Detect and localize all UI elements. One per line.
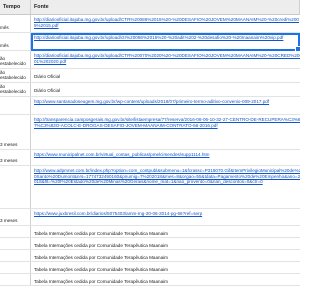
cell-fonte-link[interactable]: http://diariooficial.itajuba.mg.gov.br/u… <box>34 35 300 41</box>
table-row: ão estabelecido http://diariooficial.itaj… <box>0 51 300 69</box>
table-row: mês http://diariooficial.itajuba.mg.gov.b… <box>0 33 300 51</box>
cell-fonte[interactable]: https://www.municipalnet.com.br/virtual_… <box>31 150 300 165</box>
cell-fonte[interactable]: http://diariooficial.itajuba.mg.gov.br/u… <box>31 15 300 32</box>
cell-fonte-link[interactable]: https://www.juxbresil.com.br/diarios/507… <box>34 211 300 217</box>
cell-tempo[interactable]: mês <box>0 15 31 32</box>
cell-tempo[interactable] <box>0 274 31 285</box>
cell-tempo[interactable]: ão estabelecido <box>0 51 31 68</box>
cell-tempo[interactable]: ão estabelecido <box>0 83 31 96</box>
cell-tempo[interactable]: 3 meses <box>0 209 31 225</box>
cell-fonte-text: Tabela Internações cedida por Comunidade… <box>34 243 168 248</box>
cell-tempo[interactable]: mês <box>0 33 31 50</box>
cell-fonte-text: Tabela Internações cedida por Comunidade… <box>34 267 168 272</box>
cell-tempo[interactable]: 3 meses <box>0 115 31 149</box>
table-row: Tabela Internações cedida por Comunidade… <box>0 250 300 262</box>
cell-fonte[interactable]: https://www.juxbresil.com.br/diarios/507… <box>31 209 300 225</box>
cell-fonte-text: Diário Oficial <box>34 74 61 79</box>
cell-fonte[interactable]: Tabela Internações cedida por Comunidade… <box>31 250 300 261</box>
cell-tempo-text: ão estabelecido <box>0 69 26 80</box>
table-row: 3 meses https://www.municipalnet.com.br/v… <box>0 150 300 166</box>
cell-fonte-text: Tabela Internações cedida por Comunidade… <box>34 231 168 236</box>
cell-fonte[interactable]: http://www.adpmnet.com.br/index.php?opti… <box>31 166 300 208</box>
cell-fonte-text: Diário Oficial <box>34 88 61 93</box>
spreadsheet-grid: Tempo Fonte mês http://diariooficial.itaj… <box>0 0 301 300</box>
cell-tempo[interactable] <box>0 166 31 208</box>
cell-tempo-text: 3 meses <box>0 217 18 223</box>
cell-fonte-link[interactable]: http://diariooficial.itajuba.mg.gov.br/u… <box>34 17 300 28</box>
cell-tempo[interactable] <box>0 238 31 249</box>
cell-fonte-link[interactable]: http://transparencia.camposgerais.mg.gov… <box>34 117 300 128</box>
table-row: ão estabelecido Diário Oficial <box>0 83 300 97</box>
cell-tempo[interactable] <box>0 226 31 237</box>
cell-fonte-text: Tabela Internações cedida por Comunidade… <box>34 255 168 260</box>
column-header-tempo[interactable]: Tempo <box>0 0 31 15</box>
cell-fonte[interactable]: Tabela Internações cedida por Comunidade… <box>31 226 300 237</box>
table-row: 3 meses https://www.juxbresil.com.br/diar… <box>0 209 300 226</box>
table-row: http://www.adpmnet.com.br/index.php?opti… <box>0 166 300 209</box>
cell-fonte-text: Tabela Internações cedida por Comunidade… <box>34 279 168 284</box>
table-row: mês http://diariooficial.itajuba.mg.gov.b… <box>0 15 300 33</box>
cell-fonte-link[interactable]: https://www.municipalnet.com.br/virtual_… <box>34 152 300 158</box>
cell-tempo[interactable] <box>0 262 31 273</box>
cell-fonte-link[interactable]: http://www.adpmnet.com.br/index.php?opti… <box>34 168 300 185</box>
cell-fonte-link[interactable]: http://www.santanadoseugem.mg.gov.br/wp-… <box>34 99 300 105</box>
cell-fonte-link[interactable]: http://diariooficial.itajuba.mg.gov.br/u… <box>34 53 300 64</box>
column-header-fonte[interactable]: Fonte <box>31 0 300 15</box>
cell-tempo-text: ão estabelecido <box>0 83 26 94</box>
table-row: Tabela Internações cedida por Comunidade… <box>0 274 300 286</box>
table-row: ão estabelecido Diário Oficial <box>0 69 300 83</box>
cell-fonte[interactable]: http://transparencia.camposgerais.mg.gov… <box>31 115 300 149</box>
table-row: http://www.santanadoseugem.mg.gov.br/wp-… <box>0 97 300 115</box>
table-row: Tabela Internações cedida por Comunidade… <box>0 238 300 250</box>
cell-fonte[interactable]: Tabela Internações cedida por Comunidade… <box>31 274 300 285</box>
table-row: Tabela Internações cedida por Comunidade… <box>0 262 300 274</box>
cell-fonte[interactable]: Diário Oficial <box>31 69 300 82</box>
cell-tempo-text: mês <box>0 42 9 48</box>
cell-tempo-text: mês <box>0 24 9 30</box>
table-row: Tabela Internações cedida por Comunidade… <box>0 226 300 238</box>
cell-tempo[interactable] <box>0 97 31 114</box>
cell-tempo[interactable]: 3 meses <box>0 150 31 165</box>
cell-tempo[interactable] <box>0 250 31 261</box>
cell-fonte[interactable]: http://diariooficial.itajuba.mg.gov.br/u… <box>31 33 300 50</box>
table-row: 3 meses http://transparencia.camposgerais… <box>0 115 300 150</box>
cell-fonte[interactable]: Diário Oficial <box>31 83 300 96</box>
cell-tempo-text: 3 meses <box>0 157 18 163</box>
cell-tempo-text: 3 meses <box>0 141 18 147</box>
cell-fonte[interactable]: Tabela Internações cedida por Comunidade… <box>31 238 300 249</box>
cell-fonte[interactable]: http://diariooficial.itajuba.mg.gov.br/u… <box>31 51 300 68</box>
cell-tempo[interactable]: ão estabelecido <box>0 69 31 82</box>
cell-fonte[interactable]: http://www.santanadoseugem.mg.gov.br/wp-… <box>31 97 300 114</box>
cell-tempo-text: ão estabelecido <box>0 55 26 66</box>
cell-fonte[interactable]: Tabela Internações cedida por Comunidade… <box>31 262 300 273</box>
